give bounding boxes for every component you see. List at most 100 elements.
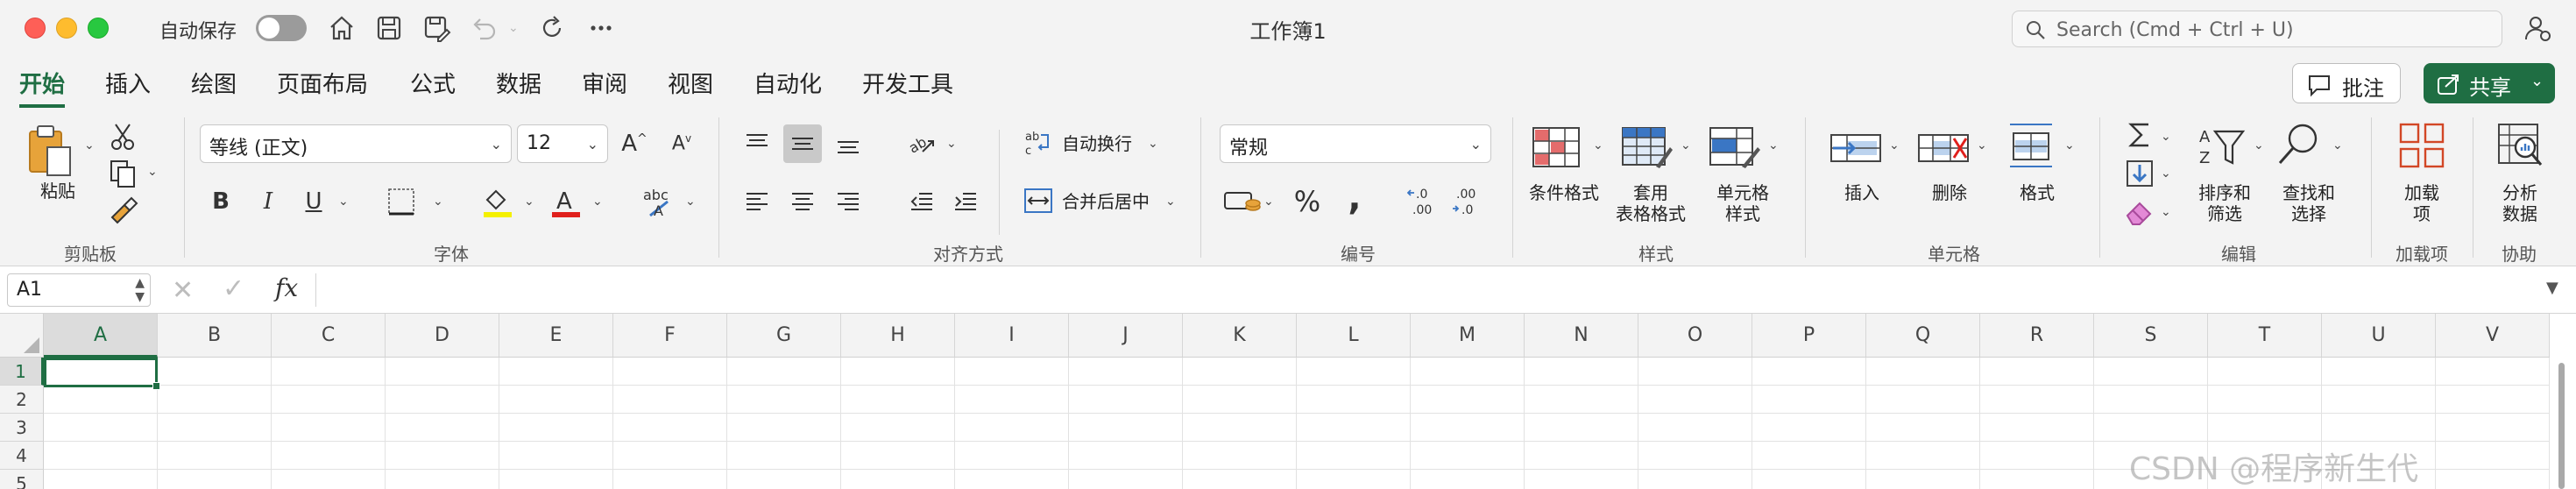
column-header[interactable]: Q <box>1866 314 1980 358</box>
grid-cell[interactable] <box>841 470 955 489</box>
borders-button[interactable] <box>386 186 417 217</box>
grid-cell[interactable] <box>1638 442 1752 470</box>
column-header[interactable]: O <box>1638 314 1752 358</box>
tab-review[interactable]: 审阅 <box>582 67 627 104</box>
clear-format-dropdown-icon[interactable]: ⌄ <box>685 195 696 209</box>
more-icon[interactable] <box>585 12 617 44</box>
fill-handle[interactable] <box>152 382 160 390</box>
grid-cell[interactable] <box>2208 358 2322 386</box>
grid-cell[interactable] <box>1411 442 1525 470</box>
grid-cell[interactable] <box>2094 358 2208 386</box>
fill-dropdown-icon[interactable]: ⌄ <box>2161 167 2171 181</box>
orientation-button[interactable]: ab <box>902 124 941 163</box>
grid-cell[interactable] <box>727 470 841 489</box>
percent-style-button[interactable]: % <box>1288 182 1327 221</box>
grid-cell[interactable] <box>2208 386 2322 414</box>
grid-cell[interactable] <box>955 470 1069 489</box>
grid-cell[interactable] <box>1183 414 1297 442</box>
format-painter-button[interactable] <box>107 195 138 226</box>
cell-styles-dropdown-icon[interactable]: ⌄ <box>1768 138 1779 152</box>
grid-cell[interactable] <box>499 386 613 414</box>
grid-cell[interactable] <box>1297 386 1411 414</box>
confirm-entry-icon[interactable]: ✓ <box>223 273 244 304</box>
merge-center-button[interactable] <box>1023 186 1053 216</box>
grid-cell[interactable] <box>613 470 727 489</box>
tab-data[interactable]: 数据 <box>496 67 541 104</box>
fill-button[interactable] <box>2124 158 2155 189</box>
copy-button[interactable] <box>107 158 138 189</box>
formula-input[interactable] <box>326 273 2516 307</box>
grid-cell[interactable] <box>2436 414 2550 442</box>
decrease-font-size-button[interactable]: Av <box>662 124 701 163</box>
align-middle-button[interactable] <box>783 124 822 163</box>
align-right-button[interactable] <box>829 182 867 221</box>
grid-cell[interactable] <box>727 442 841 470</box>
grid-cell[interactable] <box>841 442 955 470</box>
grid-cell[interactable] <box>1069 386 1183 414</box>
grid-cell[interactable] <box>841 386 955 414</box>
paste-dropdown-icon[interactable]: ⌄ <box>84 138 95 152</box>
column-header[interactable]: S <box>2094 314 2208 358</box>
row-header[interactable]: 3 <box>0 414 44 442</box>
grid-cell[interactable] <box>2322 386 2436 414</box>
row-header[interactable]: 5 <box>0 470 44 489</box>
insert-function-icon[interactable]: fx <box>275 273 298 302</box>
tab-page-layout[interactable]: 页面布局 <box>277 67 368 104</box>
format-as-table-dropdown-icon[interactable]: ⌄ <box>1681 138 1691 152</box>
merge-center-dropdown-icon[interactable]: ⌄ <box>1165 195 1176 209</box>
grid-cell[interactable] <box>2094 414 2208 442</box>
grid-cell[interactable] <box>955 386 1069 414</box>
increase-font-size-button[interactable]: A^ <box>615 124 654 163</box>
grid-cell[interactable] <box>1752 442 1866 470</box>
search-input[interactable] <box>2056 17 2495 43</box>
clear-dropdown-icon[interactable]: ⌄ <box>2161 205 2171 219</box>
grid-cell[interactable] <box>1752 358 1866 386</box>
grid-cell[interactable] <box>272 470 386 489</box>
column-header[interactable]: J <box>1069 314 1183 358</box>
grid-cell[interactable] <box>1638 358 1752 386</box>
grid-cell[interactable] <box>1866 358 1980 386</box>
grid-cell[interactable] <box>1980 442 2094 470</box>
grid-cell[interactable] <box>1411 358 1525 386</box>
tab-home[interactable]: 开始 <box>19 67 66 108</box>
name-box-stepper-icon[interactable]: ▲ ▼ <box>135 276 145 304</box>
sort-filter-button[interactable]: AZ <box>2197 124 2250 170</box>
align-top-button[interactable] <box>738 124 776 163</box>
grid-cell[interactable] <box>1525 414 1638 442</box>
grid-cell[interactable] <box>1069 414 1183 442</box>
grid-cell[interactable] <box>1752 470 1866 489</box>
grid-cell[interactable] <box>272 386 386 414</box>
grid-cell[interactable] <box>613 442 727 470</box>
orientation-dropdown-icon[interactable]: ⌄ <box>946 137 957 151</box>
share-button[interactable]: 共享 ⌄ <box>2424 63 2555 103</box>
grid-cell[interactable] <box>1980 358 2094 386</box>
column-header[interactable]: P <box>1752 314 1866 358</box>
column-header[interactable]: R <box>1980 314 2094 358</box>
home-icon[interactable] <box>326 12 357 44</box>
grid-cell[interactable] <box>613 358 727 386</box>
grid-cell[interactable] <box>158 414 272 442</box>
account-icon[interactable] <box>2522 12 2553 44</box>
grid-cell[interactable] <box>1525 358 1638 386</box>
align-center-button[interactable] <box>783 182 822 221</box>
row-header[interactable]: 4 <box>0 442 44 470</box>
font-color-dropdown-icon[interactable]: ⌄ <box>592 195 603 209</box>
grid-cell[interactable] <box>499 414 613 442</box>
tab-insert[interactable]: 插入 <box>105 67 151 104</box>
comments-button[interactable]: 批注 <box>2292 63 2401 103</box>
align-bottom-button[interactable] <box>829 124 867 163</box>
find-select-button[interactable] <box>2273 121 2325 170</box>
fill-color-dropdown-icon[interactable]: ⌄ <box>524 195 534 209</box>
grid-cell[interactable] <box>613 386 727 414</box>
grid-cell[interactable] <box>499 358 613 386</box>
name-box[interactable]: A1 ▲ ▼ <box>7 273 151 307</box>
column-header[interactable]: K <box>1183 314 1297 358</box>
insert-cells-dropdown-icon[interactable]: ⌄ <box>1889 138 1900 152</box>
accounting-format-button[interactable] <box>1223 186 1262 217</box>
autosum-button[interactable] <box>2124 119 2155 151</box>
grid-cell[interactable] <box>1980 386 2094 414</box>
borders-dropdown-icon[interactable]: ⌄ <box>433 195 443 209</box>
comma-style-button[interactable]: , <box>1335 178 1374 218</box>
grid-cell[interactable] <box>386 470 499 489</box>
column-header[interactable]: V <box>2436 314 2550 358</box>
